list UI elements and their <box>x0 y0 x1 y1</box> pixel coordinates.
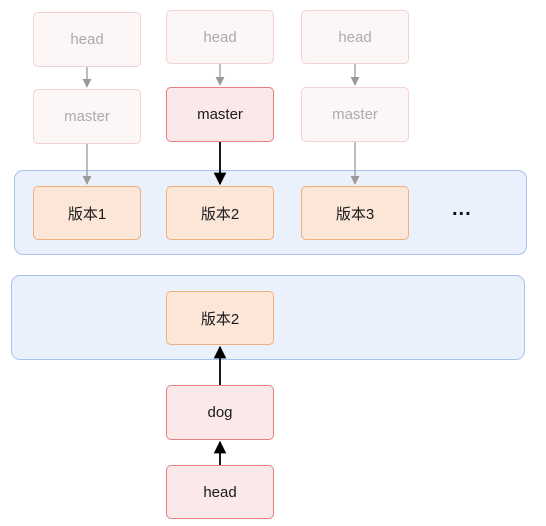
master-node-1: master <box>33 89 141 144</box>
version-label-2: 版本2 <box>200 205 240 223</box>
head-label-3: head <box>338 28 372 46</box>
more-versions-ellipsis: ... <box>452 198 472 220</box>
version-node-1: 版本1 <box>33 186 141 240</box>
master-node-2: master <box>166 87 274 142</box>
master-label-3: master <box>332 106 378 123</box>
bottom-head-label: head <box>203 483 237 501</box>
bottom-version-label: 版本2 <box>200 310 240 328</box>
head-node-3: head <box>301 10 409 64</box>
head-node-1: head <box>33 12 141 67</box>
version-node-3: 版本3 <box>301 186 409 240</box>
head-node-2: head <box>166 10 274 64</box>
head-label-1: head <box>70 31 104 48</box>
version-label-3: 版本3 <box>335 205 375 223</box>
bottom-version-node: 版本2 <box>166 291 274 345</box>
head-label-2: head <box>203 28 237 46</box>
dog-branch-label: dog <box>207 404 233 421</box>
dog-branch-node: dog <box>166 385 274 440</box>
version-node-2: 版本2 <box>166 186 274 240</box>
version-label-1: 版本1 <box>67 205 107 223</box>
bottom-head-node: head <box>166 465 274 519</box>
arrow-layer <box>82 64 360 465</box>
master-label-2: master <box>197 106 243 123</box>
master-label-1: master <box>64 108 110 125</box>
master-node-3: master <box>301 87 409 142</box>
